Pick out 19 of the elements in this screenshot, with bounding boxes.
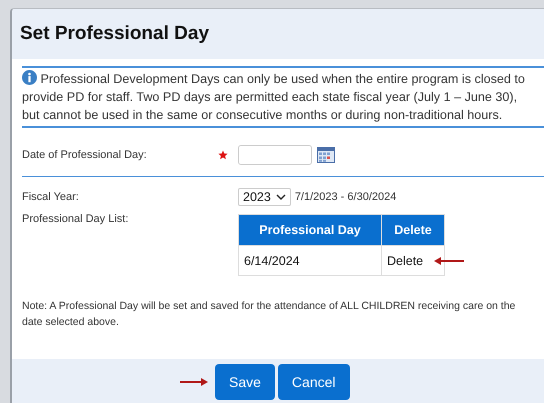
calendar-icon[interactable] [317,147,335,163]
field-label: Fiscal Year: [22,191,80,203]
chevron-down-icon [276,194,286,200]
column-header: Delete [382,214,444,246]
year-select[interactable]: 2023 [238,188,291,206]
info-icon [22,70,37,85]
date-input-field[interactable] [238,145,312,165]
note-text: Note: A Professional Day will be set and saved for the attendance of ALL CHILDREN receiving care on the date selected above. [22,299,516,330]
save-button[interactable]: Save [215,364,275,400]
dialog-title: Set Professional Day [20,23,210,45]
field-label: Professional Day List: [22,212,130,225]
cancel-button[interactable]: Cancel [278,364,350,400]
table-cell: 6/14/2024 [238,246,382,276]
column-header: Professional Day [238,214,382,246]
field-label: Date of Professional Day: [22,149,148,161]
fiscal-range: 7/1/2023 - 6/30/2024 [294,191,396,203]
arrow-icon [180,378,208,386]
arrow-icon [434,257,464,265]
info-message: Professional Development Days can only be used when the entire program is closed to provide PD for staff. Two PD days are permitted each state fiscal year (July 1 – June 30), but cannot be used in the same or consecutive months or during non-traditional hours. [22,70,526,124]
